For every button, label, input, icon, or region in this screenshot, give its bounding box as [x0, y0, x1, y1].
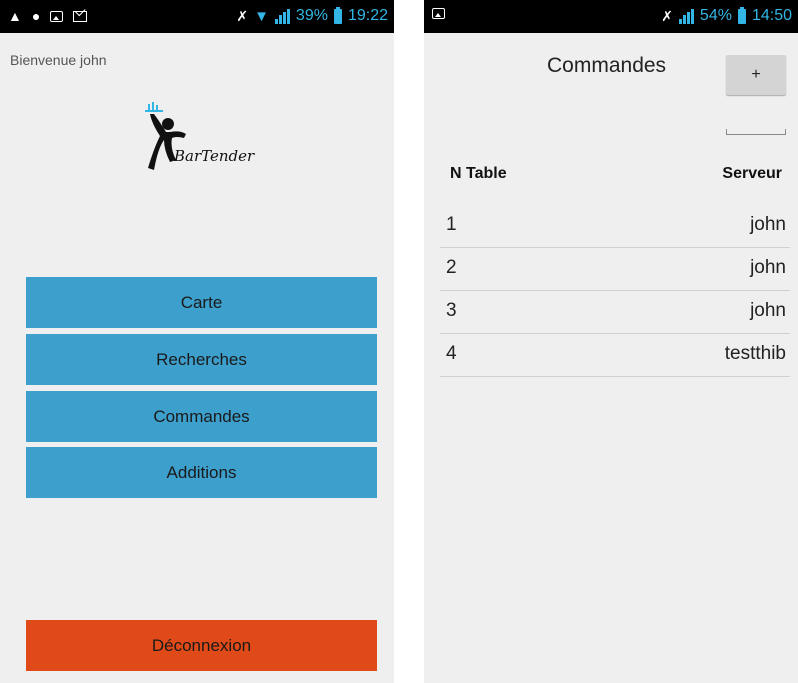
- additions-label: Additions: [166, 462, 237, 482]
- orders-screen: ✗ 54% 14:50 Commandes + N Table Serveur …: [424, 0, 798, 683]
- logout-label: Déconnexion: [151, 635, 252, 655]
- table-number: 1: [446, 214, 457, 235]
- table-row[interactable]: 1 john: [440, 204, 790, 248]
- messenger-icon: ●: [31, 8, 41, 24]
- table-number: 3: [446, 300, 457, 321]
- server-name: testthib: [724, 343, 786, 364]
- home-screen: ▲ ● ✗ ▼ 39% 19:22 Bienvenue john BarTend…: [0, 0, 394, 683]
- table-number: 4: [446, 343, 457, 364]
- status-bar: ✗ 54% 14:50: [424, 0, 798, 33]
- image-icon: [50, 10, 64, 22]
- recherches-label: Recherches: [156, 349, 247, 369]
- carte-label: Carte: [180, 292, 223, 312]
- table-number-input[interactable]: [726, 129, 786, 135]
- add-label: +: [751, 66, 761, 83]
- recherches-button[interactable]: Recherches: [26, 334, 377, 385]
- battery-percent: 39%: [295, 7, 328, 24]
- mail-icon: [73, 10, 88, 22]
- server-name: john: [750, 257, 786, 278]
- mute-icon: ✗: [661, 7, 673, 24]
- battery-icon: [737, 6, 746, 24]
- additions-button[interactable]: Additions: [26, 447, 377, 498]
- table-row[interactable]: 2 john: [440, 247, 790, 291]
- logout-button[interactable]: Déconnexion: [26, 620, 377, 671]
- mute-icon: ✗: [236, 7, 249, 24]
- signal-icon: [678, 8, 694, 24]
- clock: 19:22: [347, 7, 388, 24]
- column-header-table: N Table: [450, 165, 507, 182]
- commandes-label: Commandes: [153, 406, 250, 426]
- commandes-button[interactable]: Commandes: [26, 391, 377, 442]
- server-name: john: [750, 214, 786, 235]
- bartender-logo: BarTender: [140, 100, 280, 180]
- welcome-text: Bienvenue john: [10, 52, 107, 68]
- table-row[interactable]: 4 testthib: [440, 333, 790, 377]
- add-order-button[interactable]: +: [726, 55, 786, 95]
- status-bar: ▲ ● ✗ ▼ 39% 19:22: [0, 0, 394, 33]
- server-name: john: [750, 300, 786, 321]
- image-icon: [432, 8, 445, 19]
- signal-icon: [274, 8, 290, 24]
- table-row[interactable]: 3 john: [440, 290, 790, 334]
- logo-text: BarTender: [174, 147, 255, 165]
- notification-icon: ▲: [8, 8, 22, 24]
- battery-icon: [333, 6, 342, 24]
- wifi-icon: ▼: [254, 7, 269, 25]
- column-header-server: Serveur: [722, 165, 782, 182]
- page-title: Commandes: [547, 54, 667, 77]
- table-number: 2: [446, 257, 457, 278]
- battery-percent: 54%: [699, 7, 732, 24]
- carte-button[interactable]: Carte: [26, 277, 377, 328]
- clock: 14:50: [751, 7, 792, 24]
